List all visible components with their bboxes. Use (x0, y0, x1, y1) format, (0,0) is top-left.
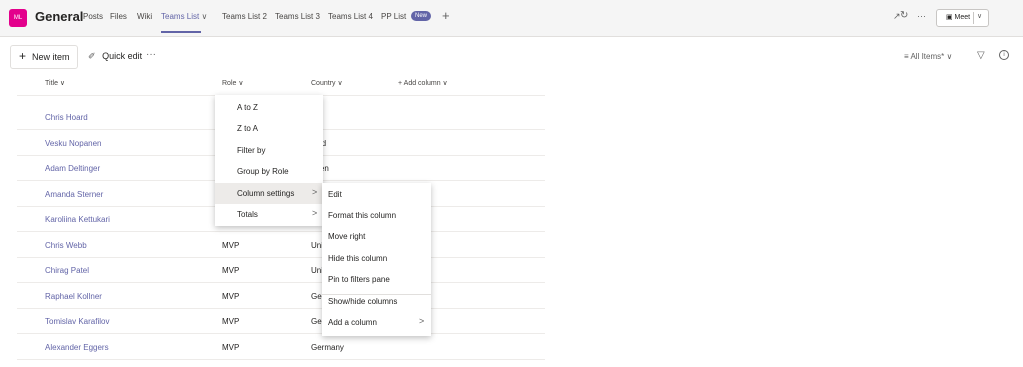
channel-title: General (35, 9, 84, 24)
quick-edit-button[interactable]: ✐ Quick edit (88, 51, 142, 62)
menu-item-totals[interactable]: Totals > (215, 204, 323, 225)
view-selector[interactable]: ≡ All Items* ∨ (904, 52, 952, 61)
column-settings-submenu: Edit Format this column Move right Hide … (322, 183, 431, 336)
channel-header: ML General Posts Files Wiki Teams List ∨… (0, 0, 1023, 37)
menu-item-label: Show/hide columns (328, 297, 398, 306)
menu-item-z-to-a[interactable]: Z to A (215, 118, 323, 139)
pencil-icon: ✐ (88, 51, 96, 61)
add-column-button[interactable]: + Add column ∨ (398, 79, 448, 87)
tab-teams-list-4[interactable]: Teams List 4 (328, 12, 373, 21)
row-title[interactable]: Chris Hoard (45, 113, 88, 122)
menu-item-label: Column settings (237, 189, 295, 198)
column-header-role[interactable]: Role ∨ (222, 79, 243, 87)
row-title[interactable]: Alexander Eggers (45, 343, 109, 352)
menu-item-label: Move right (328, 232, 366, 241)
tab-teams-list-3[interactable]: Teams List 3 (275, 12, 320, 21)
table-row[interactable]: Tomislav Karafilov MVP Ger (17, 308, 545, 334)
meet-button[interactable]: ▣ Meet ∨ (936, 9, 989, 27)
add-tab-icon[interactable]: + (442, 8, 450, 23)
menu-item-label: Group by Role (237, 167, 289, 176)
chevron-right-icon: > (419, 316, 425, 326)
tab-teams-list-label: Teams List (161, 12, 200, 21)
tab-teams-list[interactable]: Teams List ∨ (161, 12, 207, 21)
chevron-down-icon[interactable]: ∨ (977, 12, 982, 20)
row-title[interactable]: Karoliina Kettukari (45, 215, 110, 224)
table-row[interactable]: Raphael Kollner MVP Ger (17, 283, 545, 309)
row-role: MVP (222, 292, 240, 301)
menu-item-group-by-role[interactable]: Group by Role (215, 161, 323, 182)
menu-item-label: Pin to filters pane (328, 275, 390, 284)
submenu-item-show-hide-columns[interactable]: Show/hide columns (322, 291, 431, 312)
row-role: MVP (222, 343, 240, 352)
chevron-down-icon: ∨ (201, 12, 208, 21)
tab-files[interactable]: Files (110, 12, 127, 21)
row-role: MVP (222, 317, 240, 326)
row-title[interactable]: Amanda Sterner (45, 190, 103, 199)
menu-item-label: Filter by (237, 146, 266, 155)
row-country: Germany (311, 343, 344, 352)
more-commands-icon[interactable]: ··· (146, 49, 156, 60)
new-item-button[interactable]: + New item (10, 45, 78, 69)
menu-item-label: Z to A (237, 124, 258, 133)
column-menu: A to Z Z to A Filter by Group by Role Co… (215, 95, 323, 226)
submenu-item-format-column[interactable]: Format this column (322, 205, 431, 226)
quick-edit-label: Quick edit (102, 51, 143, 61)
menu-item-a-to-z[interactable]: A to Z (215, 97, 323, 118)
menu-item-column-settings[interactable]: Column settings > (215, 183, 323, 204)
table-row[interactable]: Alexander Eggers MVP Germany (17, 334, 545, 360)
menu-item-label: Format this column (328, 211, 397, 220)
menu-item-filter-by[interactable]: Filter by (215, 140, 323, 161)
menu-item-label: Add a column (328, 318, 377, 327)
row-role: MVP (222, 241, 240, 250)
command-bar: + New item ✐ Quick edit ··· ≡ All Items*… (0, 37, 1023, 73)
tab-teams-list-2[interactable]: Teams List 2 (222, 12, 267, 21)
chevron-right-icon: > (312, 187, 318, 197)
new-item-label: New item (32, 52, 70, 62)
active-tab-indicator (161, 31, 201, 33)
row-title[interactable]: Tomislav Karafilov (45, 317, 109, 326)
tab-pp-list[interactable]: PP List (381, 12, 406, 21)
new-badge: New (411, 11, 431, 21)
chevron-right-icon: > (312, 208, 318, 218)
table-row[interactable]: Chris Webb MVP Uni (17, 232, 545, 258)
row-title[interactable]: Chris Webb (45, 241, 87, 250)
more-options-icon[interactable]: ··· (917, 11, 926, 21)
menu-item-label: Totals (237, 210, 258, 219)
submenu-item-pin-to-filters[interactable]: Pin to filters pane (322, 269, 431, 290)
submenu-item-add-column[interactable]: Add a column > (322, 312, 431, 333)
menu-item-label: Hide this column (328, 254, 388, 263)
filter-icon[interactable]: ▽ (977, 50, 985, 61)
refresh-icon[interactable]: ↻ (900, 10, 908, 21)
info-icon[interactable]: i (999, 50, 1009, 60)
tab-posts[interactable]: Posts (83, 12, 103, 21)
menu-item-label: A to Z (237, 103, 258, 112)
plus-icon: + (19, 49, 27, 63)
table-row[interactable]: Chirag Patel MVP Uni (17, 257, 545, 283)
tab-wiki[interactable]: Wiki (137, 12, 152, 21)
meet-label: ▣ Meet (946, 14, 971, 21)
team-avatar[interactable]: ML (9, 9, 27, 27)
row-title[interactable]: Chirag Patel (45, 266, 89, 275)
column-header-country[interactable]: Country ∨ (311, 79, 343, 87)
submenu-item-edit[interactable]: Edit (322, 184, 431, 205)
meet-divider (973, 12, 974, 24)
row-title[interactable]: Vesku Nopanen (45, 139, 102, 148)
row-role: MVP (222, 266, 240, 275)
column-header-title[interactable]: Title ∨ (45, 79, 65, 87)
menu-item-label: Edit (328, 190, 342, 199)
row-title[interactable]: Raphael Kollner (45, 292, 102, 301)
list-header: Title ∨ Role ∨ Country ∨ + Add column ∨ (17, 74, 545, 96)
row-title[interactable]: Adam Deltinger (45, 164, 100, 173)
submenu-item-move-right[interactable]: Move right (322, 226, 431, 247)
submenu-item-hide-column[interactable]: Hide this column (322, 248, 431, 269)
